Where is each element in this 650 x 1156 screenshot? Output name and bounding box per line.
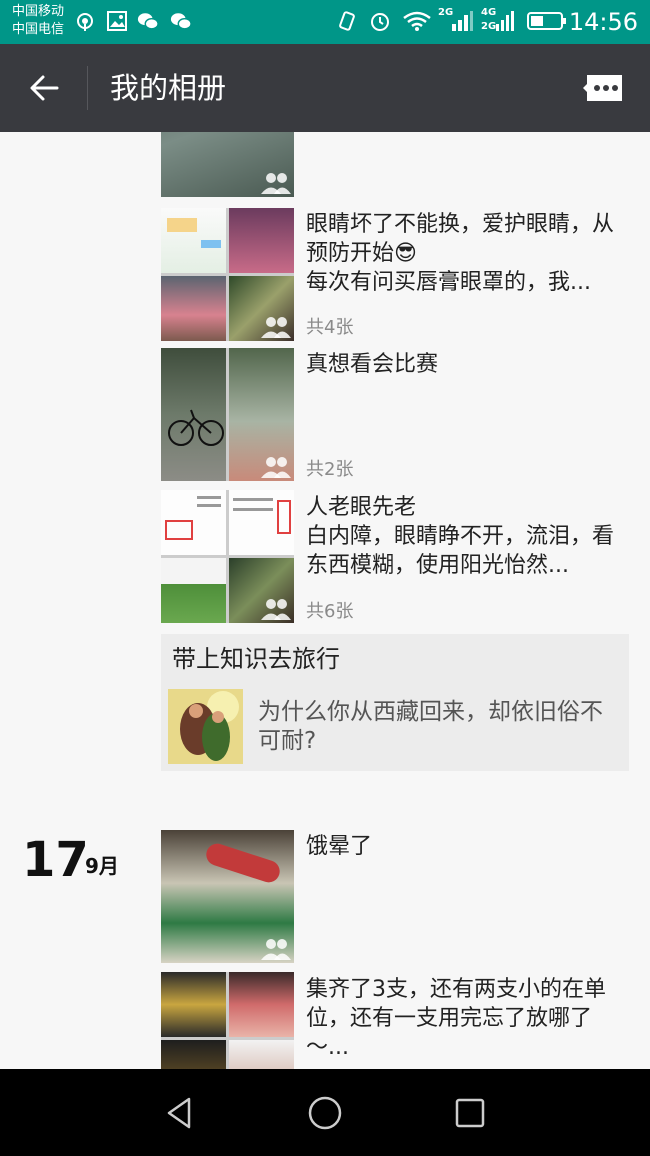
photo-tile xyxy=(229,972,294,1037)
back-button[interactable] xyxy=(22,68,66,108)
photo-count: 共4张 xyxy=(306,317,354,338)
carrier-labels: 中国移动 中国电信 xyxy=(12,3,64,39)
photo-tile xyxy=(161,558,226,623)
shared-article-description: 为什么你从西藏回来，却依旧俗不可耐? xyxy=(258,699,603,754)
post-thumbnail[interactable] xyxy=(161,972,294,1069)
date-day: 17 xyxy=(22,832,89,888)
photo-tile xyxy=(161,208,226,273)
vibrate-icon xyxy=(336,10,358,32)
post-thumbnail[interactable] xyxy=(161,132,294,197)
shared-article-card[interactable]: 带上知识去旅行 为什么你从西藏回来，却依旧俗不可耐? xyxy=(161,634,629,771)
nav-recents-button[interactable] xyxy=(448,1091,492,1135)
photo-tile xyxy=(161,348,226,481)
date-month: 9月 xyxy=(85,854,119,878)
photo-tile xyxy=(161,1040,226,1069)
message-icon xyxy=(583,75,622,101)
photo-tile xyxy=(161,490,226,555)
post-caption: 真想看会比赛 xyxy=(306,352,439,377)
photo-tile xyxy=(161,276,226,341)
post-thumbnail[interactable] xyxy=(161,208,294,341)
arrow-left-icon xyxy=(30,75,59,101)
wifi-icon xyxy=(402,10,432,32)
post-thumbnail[interactable] xyxy=(161,830,294,963)
carrier-2: 中国电信 xyxy=(12,22,65,37)
multi-photo-icon xyxy=(261,173,291,194)
triangle-back-icon xyxy=(167,1097,191,1129)
page-title: 我的相册 xyxy=(110,71,227,105)
title-bar: 我的相册 xyxy=(0,44,650,132)
photo-tile xyxy=(229,490,294,555)
carrier-1: 中国移动 xyxy=(12,4,65,19)
photo-tile xyxy=(229,208,294,273)
photo-tile xyxy=(161,972,226,1037)
post-caption: 人老眼先老 白内障，眼睛睁不开，流泪，看东西模糊，使用阳光怡然... xyxy=(306,495,615,578)
nav-home-button[interactable] xyxy=(303,1091,347,1135)
navigation-bar xyxy=(0,1069,650,1156)
message-button[interactable] xyxy=(578,70,628,106)
hotspot-icon xyxy=(74,10,96,32)
square-recents-icon xyxy=(455,1098,485,1128)
post-thumbnail[interactable] xyxy=(161,490,294,623)
multi-photo-icon xyxy=(261,457,291,478)
title-divider xyxy=(87,66,88,110)
status-bar: 中国移动 中国电信 2G 4G 2G 14:56 xyxy=(0,0,650,44)
wechat-icon xyxy=(137,10,159,32)
nav-back-button[interactable] xyxy=(158,1091,202,1135)
album-feed[interactable]: 眼睛坏了不能换，爱护眼睛，从预防开始😎 每次有问买唇膏眼罩的，我... 共4张 … xyxy=(0,132,650,1069)
post-caption: 饿晕了 xyxy=(306,834,373,859)
gallery-icon xyxy=(106,10,128,32)
shared-article-thumbnail xyxy=(168,689,243,764)
multi-photo-icon xyxy=(261,939,291,960)
multi-photo-icon xyxy=(261,599,291,620)
signal-2-icon xyxy=(494,10,516,32)
circle-home-icon xyxy=(308,1096,342,1130)
post-caption: 集齐了3支，还有两支小的在单位，还有一支用完忘了放哪了～... xyxy=(306,977,606,1060)
wechat-icon-2 xyxy=(170,10,192,32)
photo-tile xyxy=(229,1040,294,1069)
photo-count: 共2张 xyxy=(306,459,354,480)
shared-article-title: 带上知识去旅行 xyxy=(172,645,340,673)
signal-1-icon xyxy=(448,10,474,32)
battery-icon xyxy=(527,10,567,32)
post-thumbnail[interactable] xyxy=(161,348,294,481)
photo-count: 共6张 xyxy=(306,601,354,622)
alarm-icon xyxy=(369,10,391,32)
clock: 14:56 xyxy=(568,8,638,36)
multi-photo-icon xyxy=(261,317,291,338)
post-caption: 眼睛坏了不能换，爱护眼睛，从预防开始😎 每次有问买唇膏眼罩的，我... xyxy=(306,212,615,295)
